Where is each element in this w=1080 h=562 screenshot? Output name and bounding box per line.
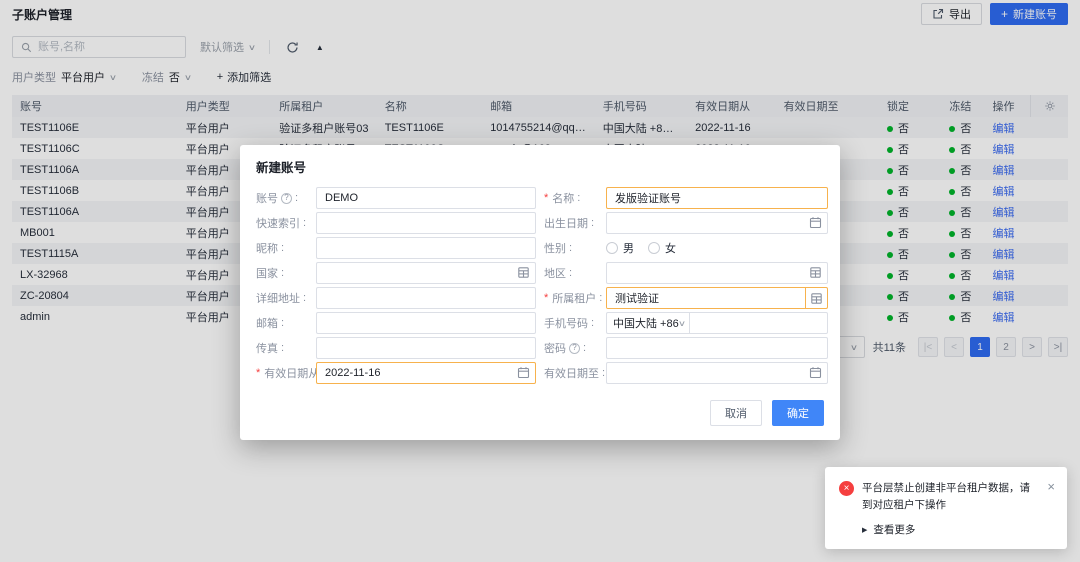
chevron-down-icon: ∨ — [678, 319, 686, 328]
fax-input[interactable] — [316, 337, 536, 359]
required-mark: * — [544, 292, 548, 304]
error-icon: × — [839, 481, 854, 496]
email-input[interactable] — [316, 312, 536, 334]
lookup-icon[interactable] — [809, 266, 822, 279]
gender-radio-male[interactable]: 男 — [606, 240, 634, 256]
nickname-label: 昵称 : — [256, 240, 316, 256]
modal-footer: 取消 确定 — [240, 387, 840, 440]
account-input[interactable] — [316, 187, 536, 209]
modal-title: 新建账号 — [240, 145, 840, 185]
calendar-icon[interactable] — [809, 366, 822, 379]
required-mark: * — [256, 367, 260, 379]
email-label: 邮箱 : — [256, 315, 316, 331]
country-code-select[interactable]: 中国大陆 +86 ∨ — [606, 312, 690, 334]
name-input[interactable] — [606, 187, 828, 209]
valid-to-label: 有效日期至 : — [544, 365, 606, 381]
address-label: 详细地址 : — [256, 290, 316, 306]
create-account-modal: 新建账号 账号 ? : * 名称 : 快速索引 : — [240, 145, 840, 440]
password-input[interactable] — [606, 337, 828, 359]
tenant-input[interactable] — [607, 288, 805, 308]
phone-field: 中国大陆 +86 ∨ — [606, 312, 828, 334]
gender-label: 性别 : — [544, 240, 606, 256]
region-input[interactable] — [606, 262, 828, 284]
password-label: 密码 ? : — [544, 340, 606, 356]
phone-label: 手机号码 : — [544, 315, 606, 331]
fax-label: 传真 : — [256, 340, 316, 356]
error-toast: × 平台层禁止创建非平台租户数据，请到对应租户下操作 × ▶ 查看更多 — [825, 467, 1067, 549]
quick-index-input[interactable] — [316, 212, 536, 234]
calendar-icon[interactable] — [517, 366, 530, 379]
country-label: 国家 : — [256, 265, 316, 281]
country-input[interactable] — [316, 262, 536, 284]
lookup-icon[interactable] — [517, 266, 530, 279]
valid-from-label: * 有效日期从 : — [256, 365, 316, 381]
birth-date-label: 出生日期 : — [544, 215, 606, 231]
cancel-button[interactable]: 取消 — [710, 400, 762, 426]
quick-index-label: 快速索引 : — [256, 215, 316, 231]
sub-account-management-page: 子账户管理 导出 + 新建账号 — [0, 0, 1080, 562]
valid-from-input[interactable] — [316, 362, 536, 384]
close-icon[interactable]: × — [1047, 480, 1055, 513]
tenant-label: * 所属租户 : — [544, 290, 606, 306]
confirm-button[interactable]: 确定 — [772, 400, 824, 426]
help-icon[interactable]: ? — [569, 343, 580, 354]
lookup-icon[interactable] — [805, 288, 827, 308]
view-more-link[interactable]: ▶ 查看更多 — [862, 522, 1055, 537]
tenant-picker — [606, 287, 828, 309]
radio-icon — [606, 242, 618, 254]
account-label: 账号 ? : — [256, 190, 316, 206]
toast-message: 平台层禁止创建非平台租户数据，请到对应租户下操作 — [862, 480, 1037, 513]
caret-right-icon: ▶ — [862, 526, 867, 534]
required-mark: * — [544, 192, 548, 204]
birth-date-input[interactable] — [606, 212, 828, 234]
gender-radio-female[interactable]: 女 — [648, 240, 676, 256]
calendar-icon[interactable] — [809, 216, 822, 229]
valid-to-input[interactable] — [606, 362, 828, 384]
modal-form: 账号 ? : * 名称 : 快速索引 : 出生日 — [240, 185, 840, 384]
help-icon[interactable]: ? — [281, 193, 292, 204]
region-label: 地区 : — [544, 265, 606, 281]
nickname-input[interactable] — [316, 237, 536, 259]
address-input[interactable] — [316, 287, 536, 309]
phone-input[interactable] — [690, 312, 828, 334]
name-label: * 名称 : — [544, 190, 606, 206]
gender-radio-group: 男 女 — [606, 240, 828, 256]
radio-icon — [648, 242, 660, 254]
